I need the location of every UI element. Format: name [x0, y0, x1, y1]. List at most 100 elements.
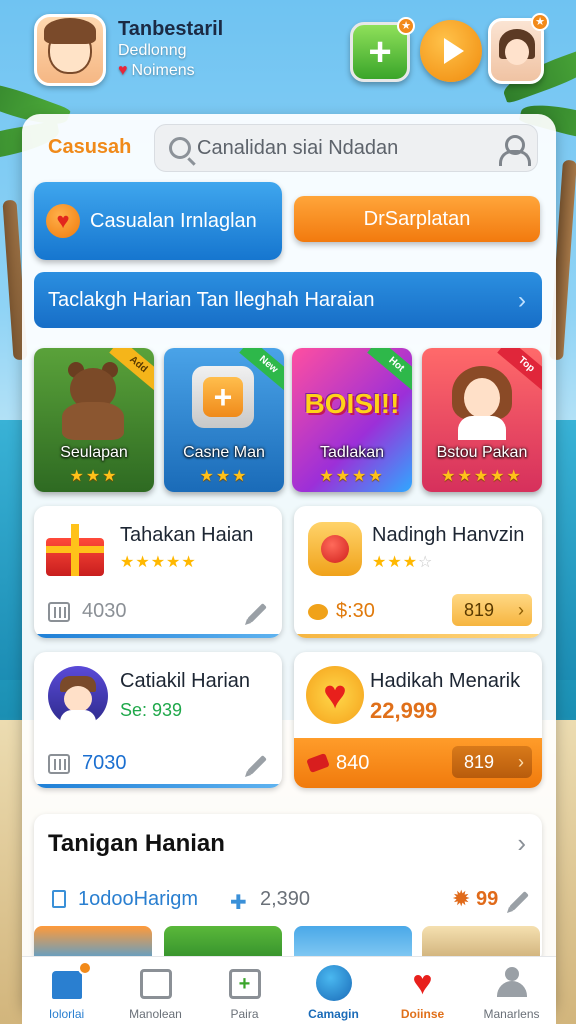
section-label: Casusah: [48, 136, 132, 158]
profile-avatar[interactable]: [34, 14, 106, 86]
search-bar[interactable]: Canalidan siai Ndadan: [154, 124, 538, 172]
game-tile[interactable]: Add Seulapan ★★★: [34, 348, 154, 492]
nav-item-home[interactable]: Iolorlai: [22, 957, 111, 1024]
price-label: 819: [464, 752, 495, 772]
card-stars-off: ☆: [418, 554, 434, 571]
stats-row: 1odooHarigm ✚ 2,390 ✹ 99: [48, 886, 529, 914]
nav-label: Paira: [230, 1007, 259, 1021]
chevron-right-icon: ›: [518, 600, 524, 620]
card-value: 4030: [82, 600, 127, 622]
add-card-icon: +: [228, 969, 261, 999]
chevron-right-icon: ›: [518, 287, 526, 314]
app-header: Tanbestaril Dedlonng ♥ Noimens + ★ ★: [0, 0, 576, 110]
casual-button[interactable]: ♥ Casualan Irnlaglan: [34, 182, 282, 260]
card-value: $:30: [336, 600, 375, 622]
tile-stars: ★★★★★: [441, 468, 523, 485]
card-title: Tahakan Haian: [120, 524, 254, 546]
coin-icon: [308, 604, 328, 620]
stat-value: 2,390: [260, 888, 311, 910]
friend-badge: ★: [531, 13, 549, 31]
card-stars: ★★★★★: [120, 554, 197, 571]
home-icon: [51, 971, 82, 999]
card-title: Hadikah Menarik: [370, 670, 521, 692]
heart-icon: ♥: [46, 204, 80, 238]
reward-card[interactable]: ♥ Hadikah Menarik 22,999 840 819 ›: [294, 652, 542, 788]
edit-icon[interactable]: [247, 755, 267, 775]
app-title: Tanbestaril: [118, 18, 224, 40]
daily-banner[interactable]: Taclakgh Harian Tan lleghah Haraian ›: [34, 272, 542, 328]
plus-card-icon: +: [192, 366, 254, 428]
card-stars: ★★★☆: [372, 552, 433, 572]
casual-button-label: Casualan Irnlaglan: [90, 209, 257, 232]
header-subtitle: Dedlonng: [118, 42, 187, 59]
bottom-nav: Iolorlai Manolean + Paira Camagin ♥ Doii…: [22, 956, 556, 1024]
tile-stars: ★★★: [199, 468, 249, 485]
home-badge: [78, 961, 92, 975]
gift-icon: [46, 524, 104, 576]
orange-button[interactable]: DrSarplatan: [294, 196, 540, 242]
user-icon[interactable]: [499, 135, 531, 166]
card-stars-on: ★★★: [372, 554, 419, 571]
game-tile[interactable]: Top Bstou Pakan ★★★★★: [422, 348, 542, 492]
gear-icon: ✹: [452, 886, 471, 911]
tile-art-text: BOISI!!: [304, 388, 400, 419]
tile-label: Tadlakan: [319, 444, 385, 461]
wand-icon: [315, 965, 352, 1001]
tile-label: Bstou Pakan: [436, 444, 528, 461]
section-title: Tanigan Hanian: [48, 830, 225, 857]
chevron-right-icon: ›: [518, 752, 524, 772]
heart-icon: ♥: [412, 964, 433, 1002]
nav-label: Manolean: [129, 1007, 182, 1021]
game-tile[interactable]: BOISI!! Hot Tadlakan ★★★★: [292, 348, 412, 492]
card-divider: [34, 634, 282, 638]
stat-count: 99: [476, 888, 499, 910]
gallery-icon: [139, 969, 172, 999]
nav-item-magic[interactable]: Camagin: [289, 957, 378, 1024]
card-title: Nadingh Hanvzin: [372, 524, 525, 546]
card-value: 7030: [82, 752, 127, 774]
nav-item-favorites[interactable]: ♥ Doiinse: [378, 957, 467, 1024]
puzzle-icon: ✚: [230, 892, 247, 914]
price-label: 819: [464, 600, 495, 620]
card-divider: [294, 634, 542, 638]
nav-label: Doiinse: [400, 1007, 445, 1021]
gallery-icon: [48, 754, 70, 774]
game-tile[interactable]: + New Casne Man ★★★: [164, 348, 284, 492]
gem-icon: [308, 522, 362, 576]
search-icon: [169, 137, 191, 159]
reward-card[interactable]: Tahakan Haian ★★★★★ 4030: [34, 506, 282, 638]
tile-stars: ★★★: [69, 468, 119, 485]
heart-icon: ♥: [118, 62, 128, 79]
nav-item-profile[interactable]: Manarlens: [467, 957, 556, 1024]
card-divider: [34, 784, 282, 788]
nav-item-add[interactable]: + Paira: [200, 957, 289, 1024]
tile-label: Seulapan: [60, 444, 128, 461]
girl-character-icon: [452, 362, 512, 440]
card-subtitle: Se: 939: [120, 700, 183, 720]
heart-burst-icon: ♥: [306, 666, 364, 724]
chevron-right-icon[interactable]: ›: [517, 828, 526, 859]
tile-corner-badge: Hot: [367, 348, 412, 392]
search-input[interactable]: Canalidan siai Ndadan: [197, 137, 398, 160]
reward-card[interactable]: Nadingh Hanvzin ★★★☆ $:30 819 ›: [294, 506, 542, 638]
nav-label: Manarlens: [483, 1007, 540, 1021]
card-title: Catiakil Harian: [120, 670, 251, 692]
header-likes-label: Noimens: [131, 62, 195, 79]
character-avatar-icon: [48, 666, 108, 726]
stat-label: 1odooHarigm: [78, 888, 199, 910]
gallery-icon: [48, 602, 70, 622]
add-game-button[interactable]: + ★: [350, 17, 415, 82]
card-value: 840: [336, 752, 370, 774]
notification-badge: ★: [397, 17, 415, 35]
document-icon: [52, 890, 66, 908]
price-button[interactable]: 819 ›: [452, 594, 532, 626]
edit-icon[interactable]: [509, 891, 529, 911]
play-button[interactable]: [420, 20, 482, 82]
bear-icon: [58, 362, 128, 440]
card-subtitle: 22,999: [370, 698, 438, 723]
friend-avatar[interactable]: ★: [488, 13, 549, 84]
edit-icon[interactable]: [247, 603, 267, 623]
reward-card[interactable]: Catiakil Harian Se: 939 7030: [34, 652, 282, 788]
nav-item-gallery[interactable]: Manolean: [111, 957, 200, 1024]
price-button[interactable]: 819 ›: [452, 746, 532, 778]
